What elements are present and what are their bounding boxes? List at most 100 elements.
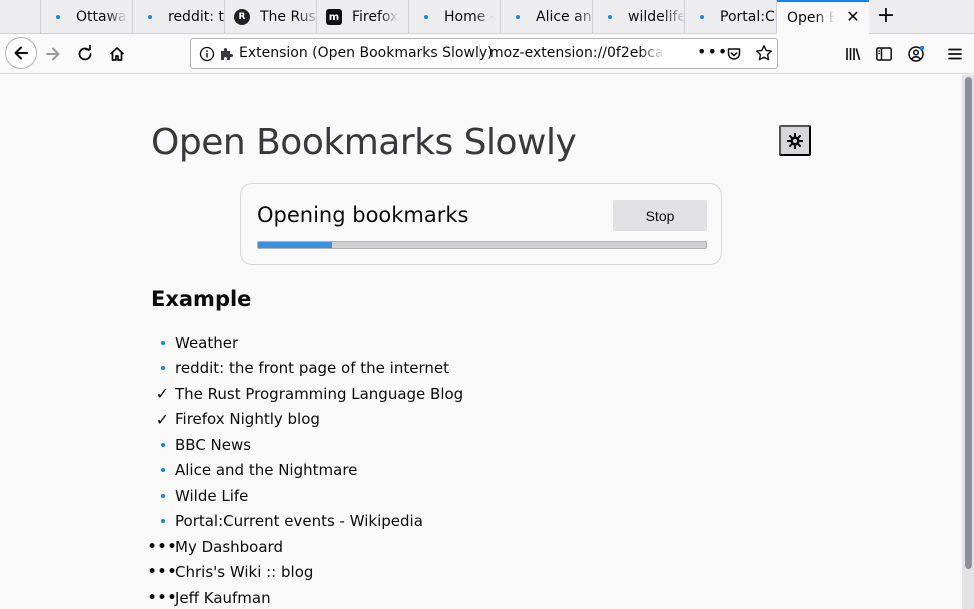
page-content: Open Bookmarks Slowly Opening bookmarks … <box>0 75 962 609</box>
url-separator <box>479 44 480 64</box>
checkmark-icon: ✓ <box>155 409 170 429</box>
new-tab-button[interactable]: + <box>872 3 900 31</box>
bookmark-item: Wilde Life <box>148 483 463 509</box>
ellipsis-icon: ••• <box>147 538 178 555</box>
bullet-dot-icon <box>148 519 175 524</box>
settings-button[interactable] <box>779 125 811 156</box>
mozilla-m-icon: m <box>326 9 342 25</box>
rust-logo-icon: R <box>234 9 250 25</box>
puzzle-piece-icon <box>219 46 235 66</box>
back-button[interactable] <box>5 37 37 69</box>
page-title: Open Bookmarks Slowly <box>151 122 577 163</box>
tab-label: reddit: the front page <box>168 9 224 25</box>
library-icon <box>846 48 861 61</box>
bookmark-item: Weather <box>148 330 463 356</box>
menu-button[interactable] <box>940 39 970 69</box>
arrow-left-icon <box>14 46 28 60</box>
progress-bar-fill <box>258 242 332 248</box>
ellipsis-icon: ••• <box>147 589 178 606</box>
progress-panel: Opening bookmarks Stop <box>240 183 722 265</box>
bookmark-label: Wilde Life <box>175 486 249 505</box>
section-heading: Example <box>151 287 252 311</box>
tab-home[interactable]: Home - <box>408 0 500 34</box>
reload-button[interactable] <box>70 39 100 69</box>
tab-portal[interactable]: Portal:Current <box>684 0 776 34</box>
tab-label: Home - <box>444 9 495 25</box>
page-actions-menu-icon[interactable]: ••• <box>697 42 728 61</box>
close-tab-icon[interactable]: ✕ <box>845 9 861 25</box>
bookmark-item: Alice and the Nightmare <box>148 458 463 484</box>
tab-ottawa[interactable]: Ottawa <box>40 0 132 34</box>
gear-icon <box>787 132 803 149</box>
bookmark-item: Portal:Current events - Wikipedia <box>148 509 463 535</box>
sidebar-button[interactable] <box>869 39 899 69</box>
progress-title: Opening bookmarks <box>257 203 469 227</box>
tab-strip: Ottawa reddit: the front page R The Rust… <box>0 0 974 35</box>
tab-label: The Rust <box>260 9 316 25</box>
bullet-dot-icon <box>148 340 175 345</box>
bookmark-item: BBC News <box>148 432 463 458</box>
account-button[interactable] <box>901 39 931 69</box>
bookmark-item: ••• My Dashboard <box>148 534 463 560</box>
library-button[interactable] <box>838 39 868 69</box>
bookmark-label: Firefox Nightly blog <box>175 410 320 429</box>
tab-open-bookmarks[interactable]: Open Bookmarks ✕ <box>776 0 869 35</box>
bookmark-list: Weather reddit: the front page of the int… <box>148 330 464 609</box>
info-icon[interactable] <box>199 46 215 66</box>
tab-label: Alice and <box>536 9 592 25</box>
tab-reddit[interactable]: reddit: the front page <box>132 0 224 34</box>
bullet-dot-icon <box>148 468 175 473</box>
home-button[interactable] <box>102 39 132 69</box>
ellipsis-icon: ••• <box>147 564 178 581</box>
bookmark-star-icon[interactable] <box>755 44 773 66</box>
tab-label: Open Bookmarks <box>787 9 869 26</box>
tab-rust[interactable]: R The Rust <box>224 0 316 34</box>
reload-icon <box>78 45 92 61</box>
dot-icon <box>418 9 434 25</box>
dot-icon <box>694 9 710 25</box>
bookmark-label: Chris's Wiki :: blog <box>175 563 314 582</box>
home-icon <box>109 47 125 61</box>
scrollbar-thumb[interactable] <box>965 77 972 569</box>
bookmark-item: reddit: the front page of the internet <box>148 356 463 382</box>
bookmark-item: ••• Jeff Kaufman <box>148 585 463 609</box>
tab-label: wildelife <box>628 9 684 25</box>
tab-alice[interactable]: Alice and <box>500 0 592 34</box>
bookmark-label: Jeff Kaufman <box>175 588 271 607</box>
bullet-dot-icon <box>148 493 175 498</box>
bookmark-item: ✓ The Rust Programming Language Blog <box>148 381 463 407</box>
account-icon <box>908 45 925 62</box>
bookmark-label: BBC News <box>175 435 252 454</box>
dot-icon <box>50 9 66 25</box>
forward-button[interactable] <box>38 39 68 69</box>
url-bar[interactable]: Extension (Open Bookmarks Slowly) moz-ex… <box>190 38 778 69</box>
navigation-toolbar: Extension (Open Bookmarks Slowly) moz-ex… <box>0 34 974 74</box>
progress-bar <box>257 241 707 249</box>
tab-label: Firefox <box>352 9 399 25</box>
url-text[interactable]: moz-extension://0f2ebca1 <box>490 45 665 61</box>
bookmark-label: reddit: the front page of the internet <box>175 359 449 378</box>
arrow-right-icon <box>46 47 60 61</box>
dot-icon <box>602 9 618 25</box>
bullet-dot-icon <box>148 366 175 371</box>
tab-firefox[interactable]: m Firefox <box>316 0 408 34</box>
pocket-icon[interactable] <box>726 46 742 66</box>
checkmark-icon: ✓ <box>155 384 170 404</box>
bullet-dot-icon <box>148 442 175 447</box>
dot-icon <box>510 9 526 25</box>
bookmark-label: The Rust Programming Language Blog <box>175 384 464 403</box>
sidebar-icon <box>876 47 892 61</box>
bookmark-item: ••• Chris's Wiki :: blog <box>148 560 463 586</box>
tab-label: Portal:Current <box>720 9 776 25</box>
bookmark-label: Portal:Current events - Wikipedia <box>175 512 423 531</box>
bookmark-label: Weather <box>175 333 239 352</box>
bookmark-item: ✓ Firefox Nightly blog <box>148 407 463 433</box>
tab-wildelife[interactable]: wildelife <box>592 0 684 34</box>
stop-button[interactable]: Stop <box>613 200 707 231</box>
vertical-scrollbar[interactable] <box>962 75 974 609</box>
site-identity-label[interactable]: Extension (Open Bookmarks Slowly) <box>239 45 493 61</box>
dot-icon <box>142 9 158 25</box>
bookmark-label: Alice and the Nightmare <box>175 461 358 480</box>
bookmark-label: My Dashboard <box>175 537 283 556</box>
tab-label: Ottawa <box>76 9 127 25</box>
